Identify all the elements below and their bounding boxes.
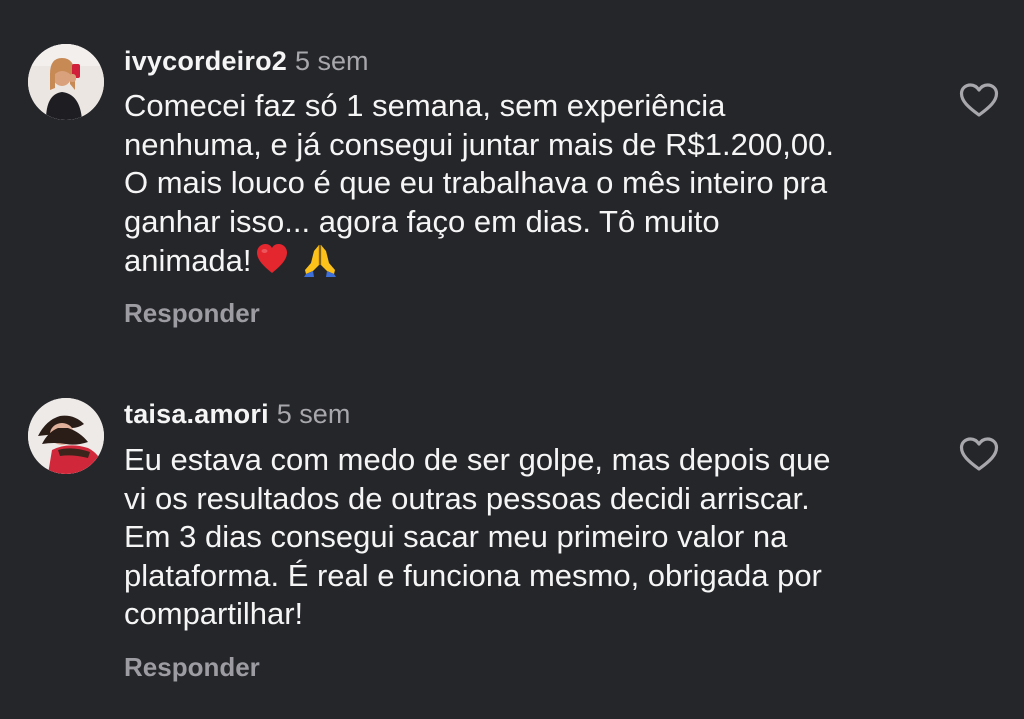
timestamp: 5 sem: [276, 399, 351, 429]
comment-line: Comecei faz só 1 semana, sem experiência: [124, 88, 726, 123]
comment-text: Eu estava com medo de ser golpe, mas dep…: [124, 441, 924, 634]
red-heart-emoji: [254, 241, 290, 277]
reply-button[interactable]: Responder: [124, 297, 260, 329]
username[interactable]: taisa.amori: [124, 399, 269, 429]
comment-text: Comecei faz só 1 semana, sem experiência…: [124, 87, 924, 281]
reply-button[interactable]: Responder: [124, 651, 260, 683]
heart-outline-icon: [958, 437, 1000, 476]
like-button[interactable]: [958, 436, 1000, 472]
folded-hands-emoji: [302, 241, 338, 277]
heart-outline-icon: [958, 83, 1000, 122]
comment-line: nenhuma, e já consegui juntar mais de R$…: [124, 126, 835, 162]
comment-line: plataforma. É real e funciona mesmo, obr…: [124, 557, 822, 593]
avatar[interactable]: [28, 398, 104, 474]
comment-line: animada!: [124, 243, 252, 278]
comment-header: taisa.amori 5 sem: [124, 397, 350, 431]
comment-line: vi os resultados de outras pessoas decid…: [124, 480, 810, 516]
avatar[interactable]: [28, 44, 104, 120]
comment-line: Em 3 dias consegui sacar meu primeiro va…: [124, 519, 788, 554]
comment-line: O mais louco é que eu trabalhava o mês i…: [124, 165, 828, 200]
comment-line: Eu estava com medo de ser golpe, mas dep…: [124, 442, 831, 477]
timestamp: 5 sem: [294, 46, 369, 76]
comment-item: ivycordeiro2 5 sem Comecei faz só 1 seman…: [0, 0, 1024, 360]
comment-header: ivycordeiro2 5 sem: [124, 44, 369, 78]
username[interactable]: ivycordeiro2: [124, 46, 287, 76]
comment-line: ganhar isso... agora faço em dias. Tô mu…: [124, 203, 720, 239]
comment-line-last: animada!: [124, 241, 924, 281]
comment-line: compartilhar!: [124, 596, 304, 631]
like-button[interactable]: [958, 82, 1000, 118]
